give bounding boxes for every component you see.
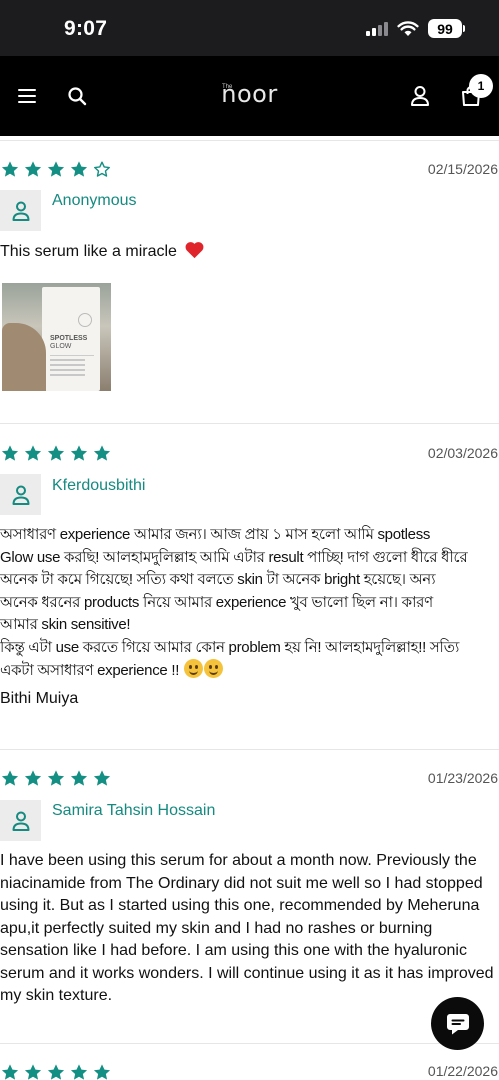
- product-label: SPOTLESS GLOW: [50, 335, 87, 351]
- review-text: This serum like a miracle: [0, 240, 496, 264]
- star-rating: [0, 1063, 112, 1080]
- red-heart-icon: [185, 242, 204, 259]
- review-text: অসাধারণ experience আমার জন্য। আজ প্রায় …: [0, 524, 496, 683]
- star-filled-icon: [24, 161, 42, 177]
- user-icon: [12, 811, 29, 831]
- product-logo-icon: [78, 313, 92, 327]
- review-line: Glow use করছি! আলহামদুলিল্লাহ আমি এটার r…: [0, 548, 468, 566]
- review-line: using it. But as I started using this on…: [0, 897, 480, 914]
- divider: [0, 749, 499, 750]
- smiling-face-icon: [183, 659, 203, 678]
- star-filled-icon: [70, 445, 88, 461]
- cellular-signal-icon: [366, 21, 388, 36]
- star-filled-icon: [47, 770, 65, 786]
- review-date: 01/23/2026: [427, 770, 498, 786]
- review-line: This serum like a miracle: [0, 243, 177, 260]
- logo-small-text: The: [222, 84, 233, 90]
- star-filled-icon: [47, 1064, 65, 1080]
- battery-level: 99: [428, 19, 462, 38]
- star-rating: [0, 444, 112, 463]
- review-date: 01/22/2026: [427, 1063, 498, 1079]
- star-filled-icon: [24, 445, 42, 461]
- avatar: [0, 474, 41, 515]
- account-button[interactable]: [403, 78, 437, 114]
- user-icon: [12, 485, 29, 505]
- smiling-face-icon: [203, 659, 223, 678]
- review-line: অনেক ধরনের products নিয়ে আমার experienc…: [0, 593, 433, 611]
- divider: [0, 140, 499, 141]
- status-icons: 99: [366, 19, 465, 38]
- avatar: [0, 800, 41, 841]
- review-photo[interactable]: SPOTLESS GLOW: [2, 283, 111, 391]
- star-rating: [0, 160, 112, 179]
- review-author: Samira Tahsin Hossain: [52, 802, 216, 819]
- review-line: my skin texture.: [0, 987, 113, 1004]
- star-filled-icon: [1, 445, 19, 461]
- review-line-with-emoji: একটা অসাধারণ experience !!: [0, 659, 496, 683]
- star-filled-icon: [24, 1064, 42, 1080]
- review-line: I have been using this serum for about a…: [0, 852, 477, 869]
- review-line: কিন্তু এটা use করতে গিয়ে আমার কোন probl…: [0, 638, 460, 656]
- star-filled-icon: [70, 770, 88, 786]
- review-date: 02/15/2026: [427, 161, 498, 177]
- review-line: একটা অসাধারণ experience !!: [0, 662, 180, 679]
- hand-shape: [2, 323, 46, 391]
- star-filled-icon: [47, 445, 65, 461]
- store-header: The noor: [0, 56, 499, 136]
- avatar: [0, 190, 41, 231]
- star-empty-icon: [94, 161, 110, 177]
- product-label-line: SPOTLESS: [50, 335, 88, 342]
- star-filled-icon: [93, 770, 111, 786]
- user-icon: [411, 86, 429, 106]
- star-filled-icon: [1, 161, 19, 177]
- product-label-line: GLOW: [50, 343, 72, 350]
- divider: [0, 423, 499, 424]
- star-filled-icon: [1, 770, 19, 786]
- star-filled-icon: [47, 161, 65, 177]
- user-icon: [12, 201, 29, 221]
- star-rating: [0, 769, 112, 788]
- review-date: 02/03/2026: [427, 445, 498, 461]
- star-filled-icon: [70, 161, 88, 177]
- review-line: niacinamide from The Ordinary did not su…: [0, 874, 483, 892]
- review-line: অনেক টা কমে গিয়েছে! সত্যি কথা বলতে skin…: [0, 571, 436, 588]
- review-line: apu,it perfectly suited my skin and I ha…: [0, 919, 433, 937]
- status-time: 9:07: [64, 17, 108, 40]
- chat-bubble-icon: [446, 1013, 469, 1034]
- review-text: I have been using this serum for about a…: [0, 850, 496, 1008]
- review-line: serum and it works wonders. I will conti…: [0, 964, 494, 982]
- battery-icon: 99: [428, 19, 465, 38]
- wifi-icon: [397, 20, 419, 36]
- star-filled-icon: [93, 445, 111, 461]
- star-filled-icon: [1, 1064, 19, 1080]
- chat-button[interactable]: [431, 997, 484, 1050]
- product-box: SPOTLESS GLOW: [42, 287, 100, 391]
- review-author: Kferdousbithi: [52, 477, 146, 494]
- divider: [0, 1043, 499, 1044]
- review-line: আমার skin sensitive!: [0, 616, 131, 633]
- review-line: অসাধারণ experience আমার জন্য। আজ প্রায় …: [0, 526, 431, 543]
- review-line: sensation like I had before. I am using …: [0, 942, 467, 959]
- review-signature: Bithi Muiya: [0, 690, 79, 707]
- star-filled-icon: [24, 770, 42, 786]
- status-bar: 9:07 99: [0, 0, 499, 56]
- star-filled-icon: [70, 1064, 88, 1080]
- star-filled-icon: [93, 1064, 111, 1080]
- review-author: Anonymous: [52, 192, 137, 209]
- cart-count-badge: 1: [469, 74, 493, 98]
